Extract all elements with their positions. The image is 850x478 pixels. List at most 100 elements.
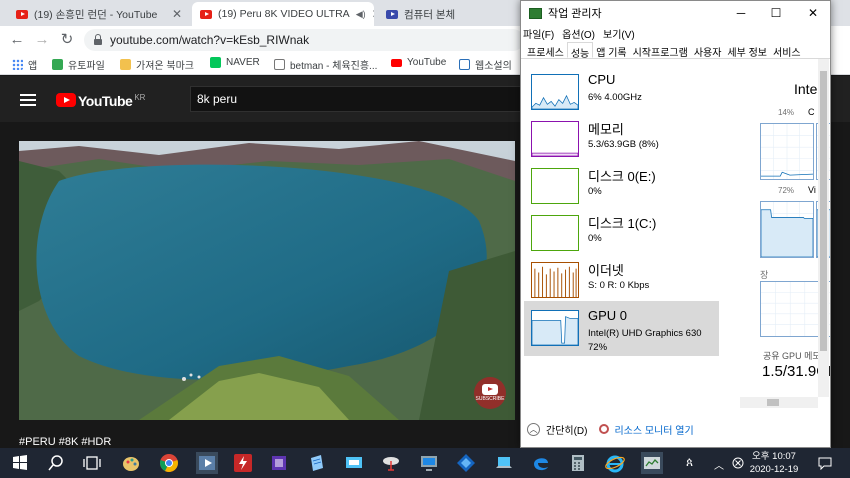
chevron-up-icon[interactable]: ︿ [714,457,724,472]
edge-icon[interactable] [530,452,552,474]
resource-name: 메모리 [588,122,624,137]
resource-name: 디스크 0(E:) [588,169,656,184]
menu-icon[interactable] [20,94,36,96]
windows-start-icon[interactable] [9,452,31,474]
media-player-icon[interactable] [196,452,218,474]
scroll-thumb[interactable] [767,399,779,406]
remote-icon[interactable] [343,452,365,474]
resource-usage: 0% [588,186,602,197]
tm-footer: ︿ 간단히(D) 리소스 모니터 열기 [521,415,830,443]
ie-icon[interactable] [604,452,626,474]
title-bar[interactable]: 작업 관리자 ─ ☐ ✕ [521,1,830,25]
bookmark-label: 유토파일 [68,61,105,72]
apps-grid-icon [12,59,23,70]
tab-performance[interactable]: 성능 [566,42,594,60]
menu-options[interactable]: 옵션(O) [562,26,595,41]
close-icon[interactable]: ✕ [803,5,823,21]
paint-icon[interactable] [120,452,142,474]
site-icon [386,9,398,19]
tab-services[interactable]: 서비스 [770,42,804,59]
calculator-icon[interactable] [567,452,589,474]
subscribe-watermark[interactable]: SUBSCRIBE [474,377,506,409]
menu-view[interactable]: 보기(V) [603,26,635,41]
resource-usage: 6% 4.00GHz [588,92,642,103]
browser-tab-3[interactable]: 컴퓨터 본체 [378,2,518,26]
menu-file[interactable]: 파일(F) [523,26,554,41]
url-text: youtube.com/watch?v=kEsb_RIWnak [110,33,310,47]
graph-max-label: 14% [778,108,795,117]
speaker-icon[interactable]: ◀) [356,9,366,20]
time-text: 10:07 [772,451,796,462]
scroll-thumb[interactable] [820,71,827,351]
bookmark-label: YouTube [407,57,447,68]
system-clock[interactable]: 오후 10:07 2020-12-19 [740,450,808,476]
bookmark-webnovel[interactable]: 웹소설의 [459,57,512,72]
display-icon[interactable] [418,452,440,474]
cpu-z-icon[interactable] [268,452,290,474]
resource-usage: S: 0 R: 0 Kbps [588,280,650,291]
resource-name: CPU [588,72,616,87]
tm-tab-bar: 프로세스 성능 앱 기록 시작프로그램 사용자 세부 정보 서비스 [521,42,830,60]
task-manager-icon[interactable] [641,452,663,474]
tab-details[interactable]: 세부 정보 [724,42,770,59]
browser-tab-2[interactable]: (19) Peru 8K VIDEO ULTRA ◀) ✕ [192,2,374,26]
chevron-up-icon[interactable]: ︿ [527,422,540,436]
task-view-icon[interactable] [81,452,103,474]
task-manager-icon [529,7,542,19]
people-icon[interactable]: ጰ [686,455,693,470]
laptop-icon[interactable] [493,452,515,474]
tab-users[interactable]: 사용자 [691,42,725,59]
open-resource-monitor-link[interactable]: 리소스 모니터 열기 [614,422,693,437]
forward-icon[interactable]: → [33,31,51,49]
network-icon[interactable] [455,452,477,474]
vertical-scrollbar[interactable] [818,59,829,397]
flash-icon[interactable] [232,452,254,474]
search-icon[interactable] [45,452,67,474]
fewer-details-button[interactable]: 간단히(D) [546,422,587,437]
bookmark-youtube[interactable]: YouTube [391,57,446,68]
disk0-sparkline [531,168,579,204]
youtube-play-icon [482,384,498,395]
logo-text: YouTube [78,93,133,109]
resource-ethernet[interactable]: 이더넷 S: 0 R: 0 Kbps [524,253,719,308]
tab-startup[interactable]: 시작프로그램 [630,42,691,59]
tab-title: 컴퓨터 본체 [404,8,456,21]
engine-graph-1 [760,123,814,180]
bookmark-utofile[interactable]: 유토파일 [52,57,105,72]
gpu-sparkline [531,310,579,346]
satellite-icon[interactable] [380,452,402,474]
address-bar[interactable]: youtube.com/watch?v=kEsb_RIWnak [84,29,524,51]
bookmark-naver[interactable]: NAVER [210,57,260,68]
bookmark-label: betman - 체육진흥... [290,61,378,72]
bookmark-apps[interactable]: 앱 [12,57,37,72]
minimize-icon[interactable]: ─ [731,5,751,21]
resource-gpu-0[interactable]: GPU 0 Intel(R) UHD Graphics 630 72% [524,301,719,356]
notification-icon[interactable] [818,456,832,470]
cpu-sparkline [531,74,579,110]
bookmark-betman[interactable]: betman - 체육진흥... [274,57,377,72]
reload-icon[interactable]: ↻ [58,31,76,49]
bookmark-imported[interactable]: 가져온 북마크 [120,57,194,72]
browser-tab-1[interactable]: (19) 손흥민 런던 - YouTube ✕ [8,2,190,26]
close-icon[interactable]: ✕ [366,7,374,21]
youtube-logo[interactable]: YouTube KR [56,93,145,109]
youtube-search-input[interactable]: 8k peru [190,86,530,112]
video-hashtags[interactable]: #PERU #8K #HDR [19,436,111,448]
back-icon[interactable]: ← [8,31,26,49]
tab-app-history[interactable]: 앱 기록 [593,42,629,59]
resource-monitor-icon [599,424,610,434]
webnovel-icon [459,59,470,70]
maximize-icon[interactable]: ☐ [766,5,786,21]
tab-processes[interactable]: 프로세스 [524,42,567,59]
tab-title: (19) Peru 8K VIDEO ULTRA [218,8,350,20]
close-icon[interactable]: ✕ [166,7,182,21]
video-player[interactable]: SUBSCRIBE [19,141,515,420]
detail-heading: Intel [794,81,821,97]
horizontal-scrollbar[interactable] [740,397,818,408]
graph-max-label: 72% [778,186,795,195]
task-manager-window: 작업 관리자 ─ ☐ ✕ 파일(F) 옵션(O) 보기(V) 프로세스 성능 앱… [520,0,831,448]
disk1-sparkline [531,215,579,251]
notepad-icon[interactable] [306,452,328,474]
chrome-icon[interactable] [158,452,180,474]
youtube-icon [200,9,212,19]
